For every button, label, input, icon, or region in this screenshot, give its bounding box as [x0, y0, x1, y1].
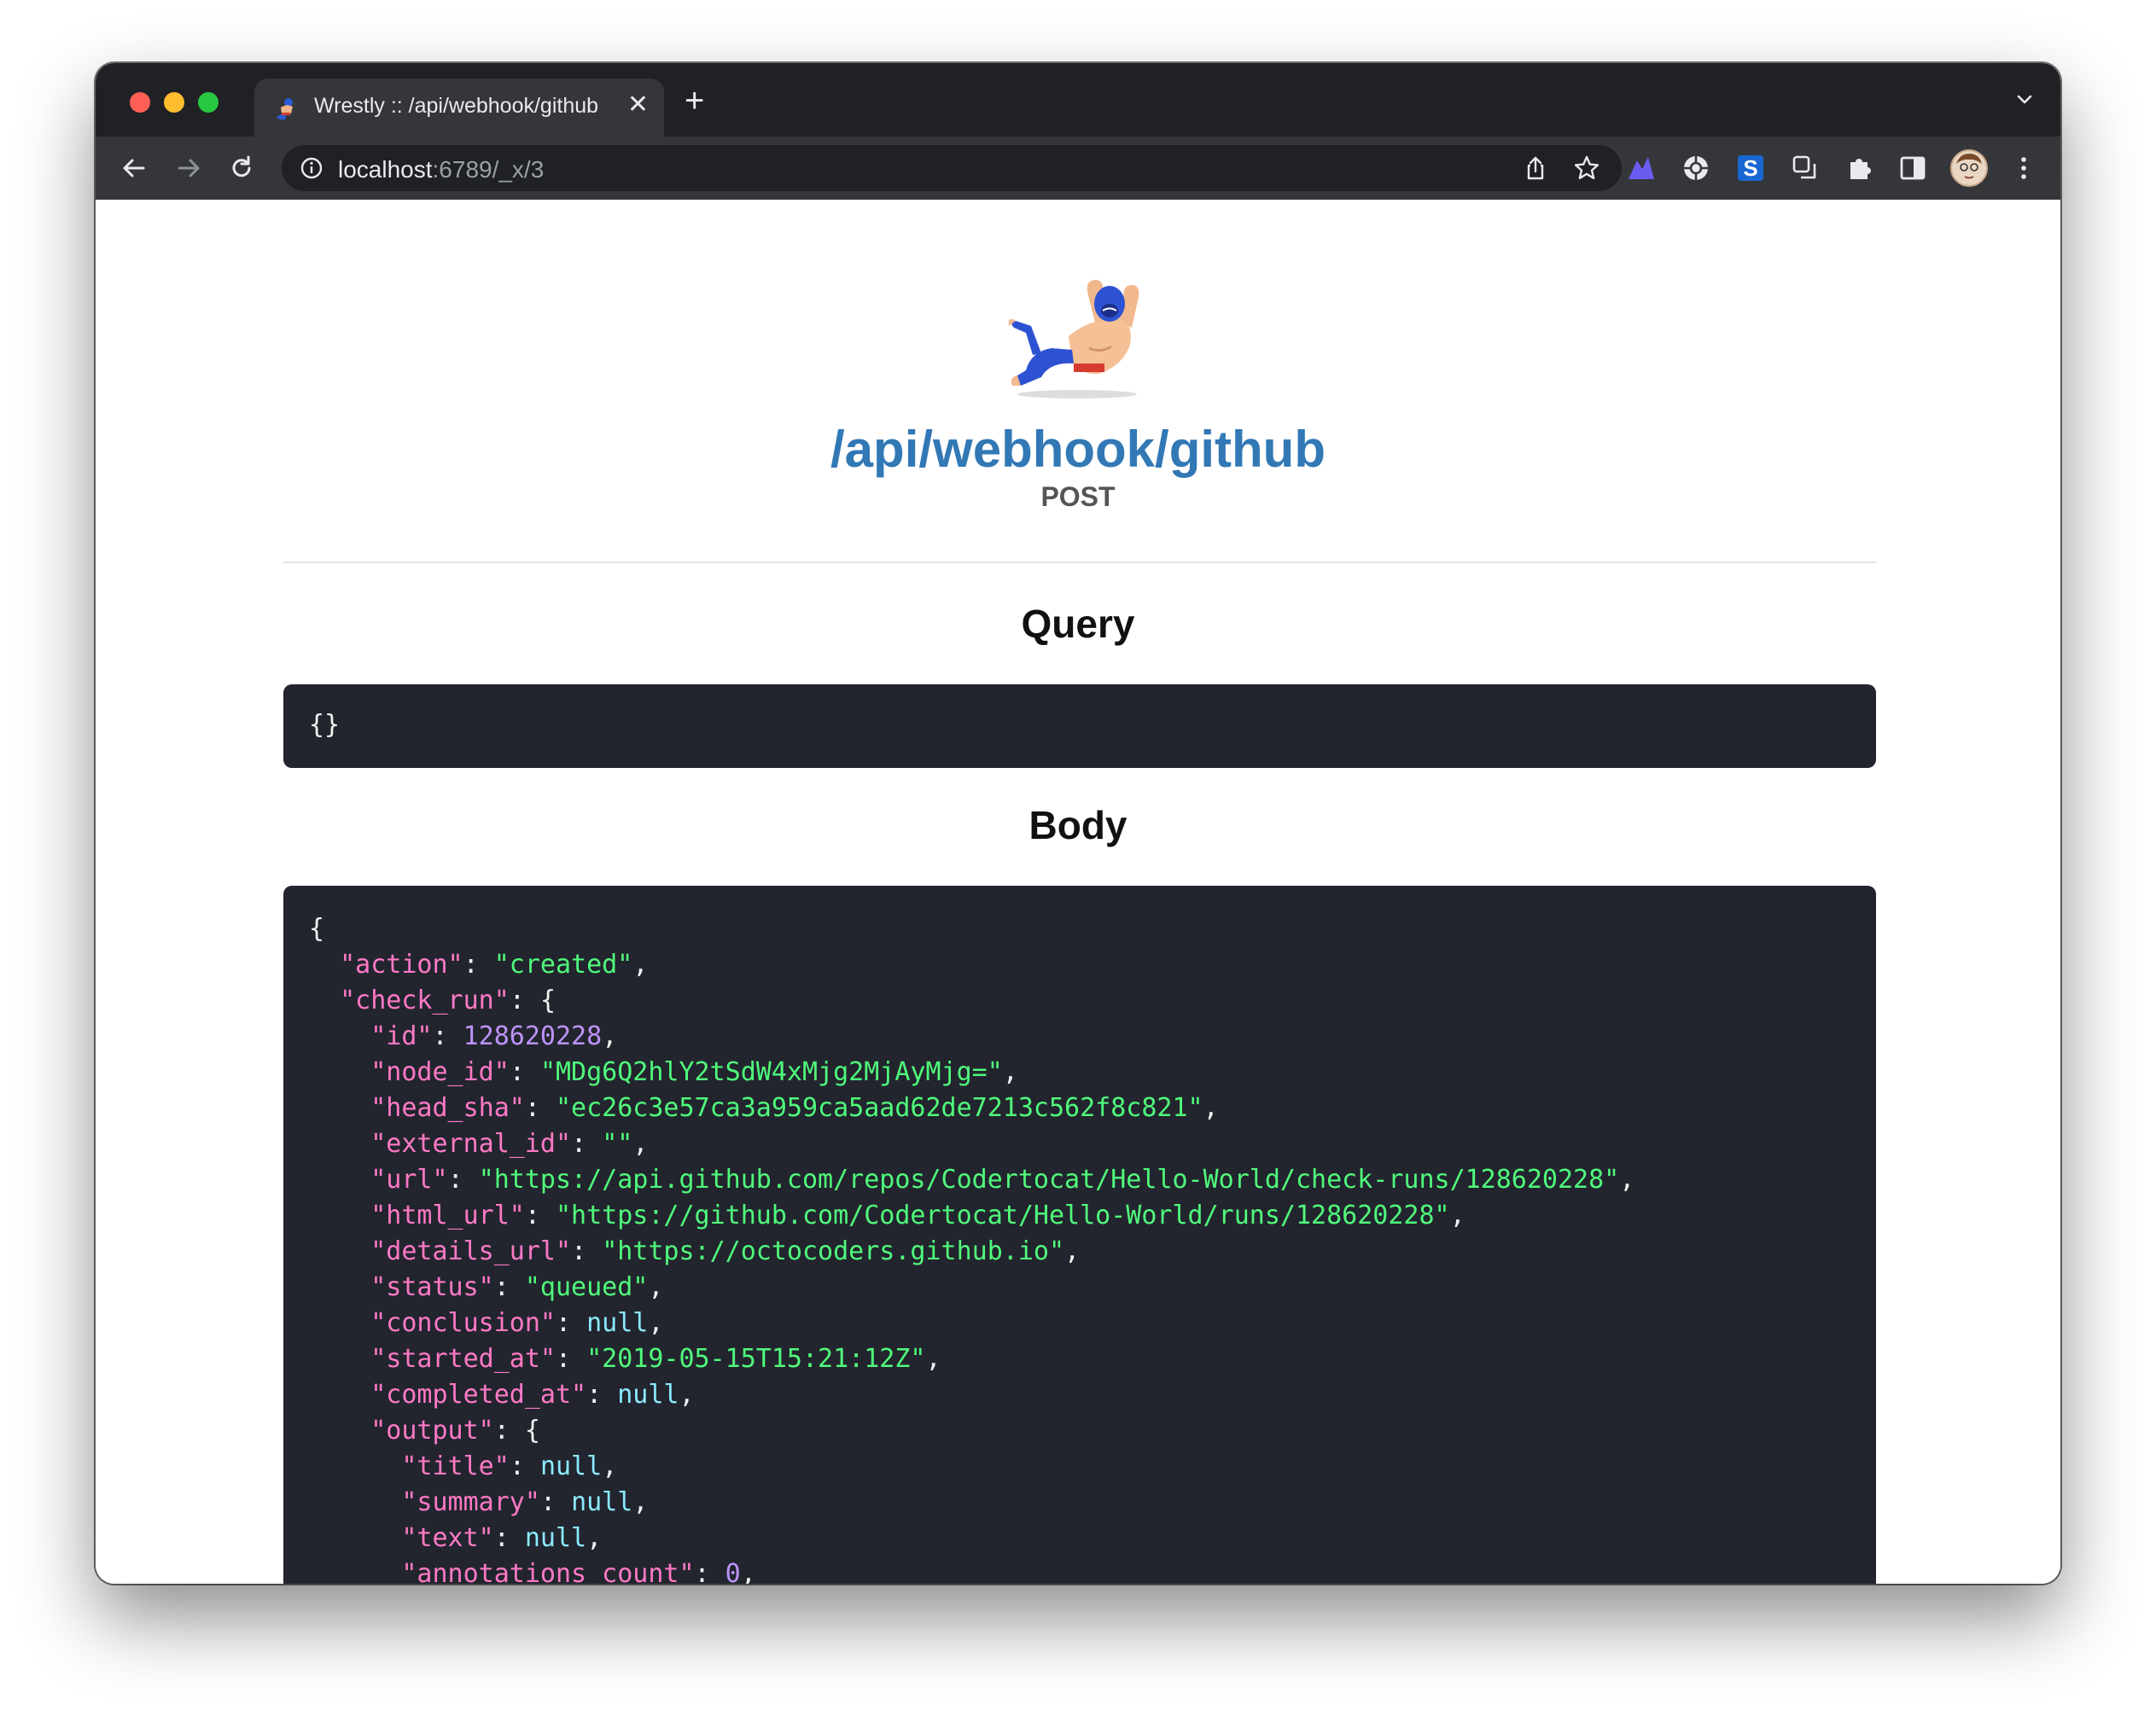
json-null-value: null — [586, 1308, 649, 1338]
tab-search-icon[interactable] — [2014, 89, 2035, 109]
address-bar[interactable]: localhost:6789/_x/3 — [282, 145, 1622, 191]
svg-text:S: S — [1743, 155, 1757, 181]
json-number-value: 128620228 — [463, 1021, 603, 1051]
forward-arrow-icon[interactable] — [172, 152, 205, 184]
json-string-value: "https://api.github.com/repos/Codertocat… — [478, 1165, 1620, 1195]
json-line: "output": { — [370, 1416, 540, 1445]
page-content: /api/webhook/github POST Query {} Body {… — [96, 200, 2060, 1584]
json-key: "details_url" — [370, 1236, 572, 1266]
menu-kebab-icon[interactable] — [2007, 152, 2040, 184]
url-host: localhost — [338, 156, 433, 183]
json-string-value: "https://github.com/Codertocat/Hello-Wor… — [556, 1201, 1450, 1230]
json-null-value: null — [524, 1523, 587, 1553]
extension-mountain-icon[interactable] — [1625, 152, 1658, 184]
body-heading: Body — [1028, 803, 1128, 847]
json-line: "summary": null, — [401, 1487, 649, 1517]
json-key: "node_id" — [370, 1057, 510, 1087]
body-code-block: { "action": "created", "check_run": { "i… — [283, 886, 1876, 1584]
minimize-window-button[interactable] — [164, 92, 184, 113]
body-json: { "action": "created", "check_run": { "i… — [309, 911, 1850, 1584]
json-number-value: 0 — [725, 1559, 741, 1584]
query-heading: Query — [1021, 602, 1135, 646]
json-string-value: "ec26c3e57ca3a959ca5aad62de7213c562f8c82… — [556, 1093, 1203, 1123]
json-key: "status" — [370, 1272, 494, 1302]
url-path: :6789/_x/3 — [432, 156, 545, 183]
json-string-value: "MDg6Q2hlY2tSdW4xMjg2MjAyMjg=" — [539, 1057, 1003, 1087]
json-key: "check_run" — [340, 986, 510, 1015]
back-arrow-icon[interactable] — [118, 152, 150, 184]
json-string-value: "queued" — [524, 1272, 649, 1302]
json-key: "action" — [340, 950, 463, 980]
new-tab-icon[interactable]: + — [685, 84, 704, 118]
site-info-icon[interactable] — [297, 154, 326, 183]
json-key: "html_url" — [370, 1201, 525, 1230]
json-key: "title" — [401, 1451, 510, 1481]
url-text: localhost:6789/_x/3 — [338, 156, 544, 183]
json-line: "annotations_count": 0, — [309, 1559, 755, 1584]
json-line: "title": null, — [401, 1451, 618, 1481]
bookmark-star-icon[interactable] — [1572, 154, 1601, 183]
browser-tab[interactable]: Wrestly :: /api/webhook/github ✕ — [254, 79, 664, 137]
json-line: "conclusion": null, — [370, 1308, 664, 1338]
json-line: "action": "created", — [340, 950, 649, 980]
extensions-puzzle-icon[interactable] — [1844, 152, 1876, 184]
json-string-value: "2019-05-15T15:21:12Z" — [586, 1344, 926, 1374]
side-panel-icon[interactable] — [1897, 152, 1929, 184]
json-string-value: "https://octocoders.github.io" — [602, 1236, 1065, 1266]
tab-strip: Wrestly :: /api/webhook/github ✕ + — [96, 63, 2060, 137]
close-window-button[interactable] — [130, 92, 150, 113]
extension-crosshair-icon[interactable] — [1680, 152, 1712, 184]
maximize-window-button[interactable] — [198, 92, 219, 113]
json-key: "text" — [401, 1523, 494, 1553]
json-key: "completed_at" — [370, 1380, 587, 1410]
json-line: "external_id": "", — [370, 1129, 649, 1159]
json-key: "started_at" — [370, 1344, 556, 1374]
json-line: "completed_at": null, — [370, 1380, 695, 1410]
close-icon[interactable]: ✕ — [627, 90, 649, 119]
json-line: "text": null, — [401, 1523, 603, 1553]
json-line: "details_url": "https://octocoders.githu… — [370, 1236, 1081, 1266]
share-icon[interactable] — [1521, 154, 1550, 183]
query-json: {} — [309, 710, 341, 740]
json-key: "url" — [370, 1165, 448, 1195]
json-null-value: null — [571, 1487, 633, 1517]
json-string-value: "" — [602, 1129, 633, 1159]
json-line: "status": "queued", — [370, 1272, 664, 1302]
json-line: "url": "https://api.github.com/repos/Cod… — [370, 1165, 1635, 1195]
header-divider — [283, 561, 1876, 563]
tab-title: Wrestly :: /api/webhook/github — [314, 94, 599, 118]
json-line: "id": 128620228, — [370, 1021, 618, 1051]
browser-toolbar: localhost:6789/_x/3 S — [96, 137, 2060, 200]
json-key: "id" — [370, 1021, 433, 1051]
json-line: "head_sha": "ec26c3e57ca3a959ca5aad62de7… — [370, 1093, 1219, 1123]
page-title: /api/webhook/github — [830, 421, 1326, 478]
reload-icon[interactable] — [225, 152, 258, 184]
profile-avatar-icon[interactable] — [1949, 148, 1989, 188]
http-method-label: POST — [1040, 481, 1116, 512]
json-key: "head_sha" — [370, 1093, 525, 1123]
query-code-block: {} — [283, 684, 1876, 768]
wrestler-logo — [1008, 280, 1139, 398]
extension-copy-icon[interactable] — [1789, 152, 1821, 184]
json-key: "output" — [370, 1416, 494, 1445]
json-line: "node_id": "MDg6Q2hlY2tSdW4xMjg2MjAyMjg=… — [370, 1057, 1018, 1087]
extension-s-icon[interactable]: S — [1734, 152, 1767, 184]
json-key: "conclusion" — [370, 1308, 556, 1338]
json-key: "external_id" — [370, 1129, 572, 1159]
json-line: { — [309, 914, 325, 944]
json-line: "started_at": "2019-05-15T15:21:12Z", — [370, 1344, 941, 1374]
json-null-value: null — [617, 1380, 679, 1410]
json-key: "summary" — [401, 1487, 540, 1517]
browser-window: Wrestly :: /api/webhook/github ✕ + local… — [96, 63, 2060, 1584]
json-null-value: null — [539, 1451, 603, 1481]
json-line: "check_run": { — [340, 986, 556, 1015]
favicon-wrestler-icon — [277, 98, 293, 120]
json-line: "html_url": "https://github.com/Codertoc… — [370, 1201, 1465, 1230]
json-key: "annotations_count" — [401, 1559, 695, 1584]
json-string-value: "created" — [493, 950, 633, 980]
